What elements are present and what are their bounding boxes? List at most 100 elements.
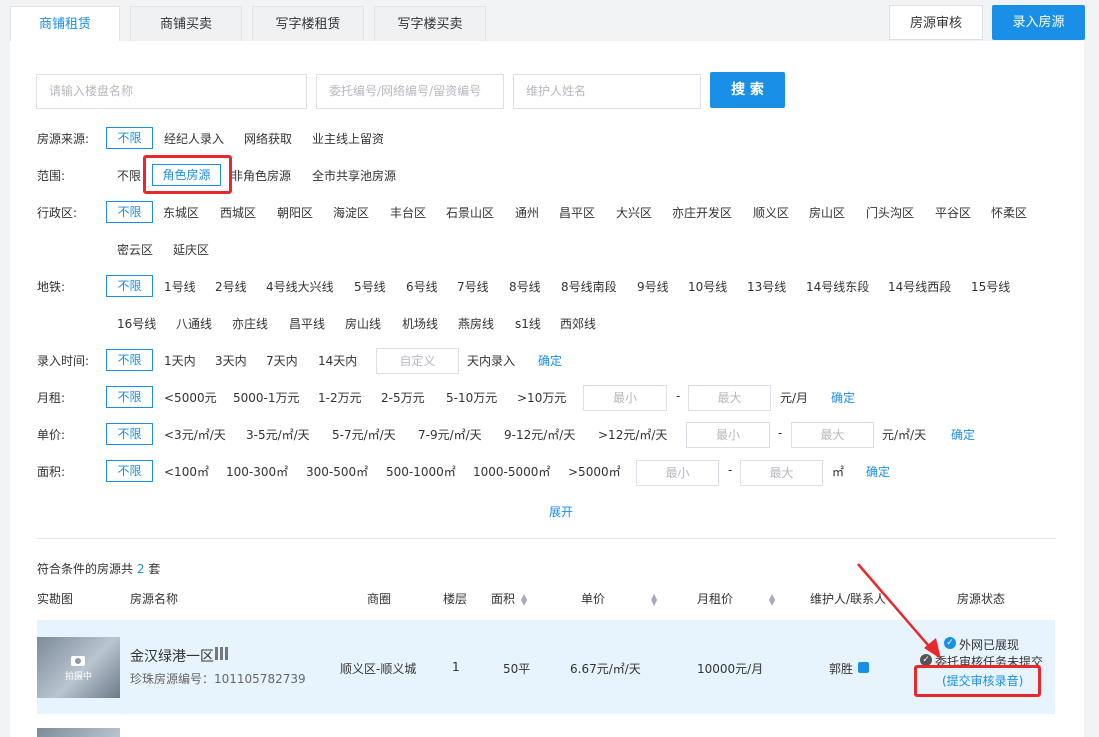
subway-option[interactable]: 15号线: [971, 278, 1010, 295]
district-option[interactable]: 朝阳区: [277, 204, 313, 221]
area-option[interactable]: <100㎡: [164, 463, 209, 480]
time-confirm-link[interactable]: 确定: [538, 352, 562, 369]
add-listing-button[interactable]: 录入房源: [992, 5, 1085, 40]
rent-min-input[interactable]: 最小: [583, 385, 667, 411]
area-option[interactable]: 100-300㎡: [226, 463, 288, 480]
district-option[interactable]: 门头沟区: [866, 204, 914, 221]
sort-icon[interactable]: ▲ ▼: [521, 592, 527, 606]
rent-option[interactable]: 1-2万元: [318, 389, 362, 406]
expand-filters-link[interactable]: 展开: [549, 503, 573, 520]
listing-photo[interactable]: 拍摄中: [37, 637, 120, 698]
unit-price-option[interactable]: >12元/㎡/天: [598, 426, 667, 443]
subway-option[interactable]: 9号线: [637, 278, 669, 295]
subway-option[interactable]: 燕房线: [458, 315, 494, 332]
contact-card-icon[interactable]: [858, 662, 869, 673]
area-option[interactable]: 1000-5000㎡: [473, 463, 550, 480]
subway-option[interactable]: 14号线西段: [888, 278, 951, 295]
rent-option[interactable]: >10万元: [517, 389, 566, 406]
district-option[interactable]: 平谷区: [935, 204, 971, 221]
rent-option[interactable]: 5000-1万元: [233, 389, 300, 406]
subway-option[interactable]: 八通线: [176, 315, 212, 332]
rent-option[interactable]: 2-5万元: [381, 389, 425, 406]
subway-option[interactable]: 机场线: [402, 315, 438, 332]
unit-price-option[interactable]: 9-12元/㎡/天: [504, 426, 575, 443]
district-option[interactable]: 昌平区: [559, 204, 595, 221]
maintainer-search-input[interactable]: 维护人姓名: [513, 74, 701, 109]
area-max-input[interactable]: 最大: [740, 460, 823, 486]
subway-option[interactable]: 6号线: [406, 278, 438, 295]
time-option-all[interactable]: 不限: [106, 349, 153, 371]
district-option[interactable]: 通州: [515, 204, 539, 221]
tab-shop-sale[interactable]: 商铺买卖: [130, 6, 242, 41]
subway-option[interactable]: 亦庄线: [232, 315, 268, 332]
unit-price-confirm-link[interactable]: 确定: [951, 426, 975, 443]
subway-option[interactable]: 14号线东段: [806, 278, 869, 295]
search-button[interactable]: 搜 索: [710, 72, 785, 108]
source-option-all[interactable]: 不限: [106, 127, 153, 149]
area-option[interactable]: 500-1000㎡: [386, 463, 456, 480]
subway-option[interactable]: 5号线: [354, 278, 386, 295]
listing-photo[interactable]: [37, 728, 120, 737]
rent-max-input[interactable]: 最大: [688, 385, 771, 411]
unit-price-option[interactable]: 3-5元/㎡/天: [246, 426, 310, 443]
subway-option[interactable]: 西郊线: [560, 315, 596, 332]
review-button[interactable]: 房源审核: [889, 5, 983, 40]
subway-option[interactable]: 16号线: [117, 315, 156, 332]
subway-option[interactable]: 8号线: [509, 278, 541, 295]
area-option[interactable]: 300-500㎡: [306, 463, 368, 480]
area-option-all[interactable]: 不限: [106, 460, 153, 482]
time-option[interactable]: 1天内: [164, 352, 196, 369]
tab-office-sale[interactable]: 写字楼买卖: [374, 6, 486, 41]
unit-price-option[interactable]: 7-9元/㎡/天: [418, 426, 482, 443]
subway-option[interactable]: 8号线南段: [561, 278, 617, 295]
sort-icon[interactable]: ▲ ▼: [651, 592, 657, 606]
unit-price-min-input[interactable]: 最小: [686, 422, 770, 448]
unit-price-option[interactable]: 5-7元/㎡/天: [332, 426, 396, 443]
source-option-owner[interactable]: 业主线上留资: [312, 130, 384, 147]
unit-price-max-input[interactable]: 最大: [791, 422, 874, 448]
qrcode-icon[interactable]: [215, 647, 228, 660]
time-option[interactable]: 3天内: [215, 352, 247, 369]
district-option[interactable]: 石景山区: [446, 204, 494, 221]
rent-option[interactable]: 5-10万元: [446, 389, 497, 406]
listing-name[interactable]: 金汉绿港一区: [130, 646, 214, 666]
time-option[interactable]: 14天内: [318, 352, 357, 369]
district-option[interactable]: 东城区: [163, 204, 199, 221]
area-option[interactable]: >5000㎡: [568, 463, 621, 480]
district-option[interactable]: 丰台区: [390, 204, 426, 221]
time-option[interactable]: 7天内: [266, 352, 298, 369]
subway-option[interactable]: 1号线: [164, 278, 196, 295]
scope-option-all[interactable]: 不限: [117, 167, 141, 184]
tab-office-rent[interactable]: 写字楼租赁: [252, 6, 364, 41]
subway-option[interactable]: 房山线: [345, 315, 381, 332]
building-search-input[interactable]: 请输入楼盘名称: [36, 74, 307, 109]
subway-option-all[interactable]: 不限: [106, 275, 153, 297]
scope-option-shared[interactable]: 全市共享池房源: [312, 167, 396, 184]
source-option-agent[interactable]: 经纪人录入: [164, 130, 224, 147]
district-option-all[interactable]: 不限: [106, 201, 153, 223]
sort-icon[interactable]: ▲ ▼: [769, 592, 775, 606]
scope-option-nonrole[interactable]: 非角色房源: [231, 167, 291, 184]
subway-option[interactable]: 7号线: [457, 278, 489, 295]
rent-option-all[interactable]: 不限: [106, 386, 153, 408]
district-option[interactable]: 顺义区: [753, 204, 789, 221]
unit-price-option[interactable]: <3元/㎡/天: [164, 426, 226, 443]
area-min-input[interactable]: 最小: [636, 460, 719, 486]
time-custom-input[interactable]: 自定义: [376, 348, 459, 374]
tab-shop-rent[interactable]: 商铺租赁: [10, 6, 120, 42]
district-option[interactable]: 大兴区: [616, 204, 652, 221]
subway-option[interactable]: 4号线大兴线: [266, 278, 334, 295]
district-option[interactable]: 亦庄开发区: [672, 204, 732, 221]
district-option[interactable]: 房山区: [809, 204, 845, 221]
code-search-input[interactable]: 委托编号/网络编号/留资编号: [316, 74, 504, 109]
subway-option[interactable]: 13号线: [747, 278, 786, 295]
district-option[interactable]: 怀柔区: [991, 204, 1027, 221]
listing-maintainer[interactable]: 郭胜: [829, 660, 853, 677]
subway-option[interactable]: 2号线: [215, 278, 247, 295]
district-option[interactable]: 西城区: [220, 204, 256, 221]
subway-option[interactable]: 10号线: [688, 278, 727, 295]
subway-option[interactable]: 昌平线: [289, 315, 325, 332]
rent-option[interactable]: <5000元: [164, 389, 217, 406]
district-option[interactable]: 密云区: [117, 241, 153, 258]
source-option-web[interactable]: 网络获取: [244, 130, 292, 147]
